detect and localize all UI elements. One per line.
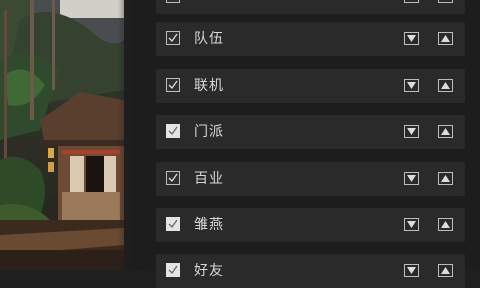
move-up-button[interactable] [438,32,453,45]
triangle-down-icon [407,35,416,42]
move-up-button[interactable] [438,125,453,138]
list-item[interactable] [156,0,465,14]
move-down-button[interactable] [404,264,419,277]
row-checkbox[interactable] [166,171,180,185]
row-checkbox[interactable] [166,124,180,138]
row-label: 门派 [194,124,224,140]
triangle-up-icon [441,35,450,42]
row-label: 好友 [194,263,224,279]
row-checkbox[interactable] [166,0,180,3]
list-item[interactable]: 联机 [156,69,465,103]
move-down-button[interactable] [404,32,419,45]
move-down-button[interactable] [404,0,419,3]
list-item[interactable]: 好友 [156,254,465,288]
row-checkbox[interactable] [166,263,180,277]
move-up-button[interactable] [438,264,453,277]
check-icon [168,265,178,275]
triangle-up-icon [441,267,450,274]
triangle-up-icon [441,82,450,89]
check-icon [172,0,173,1]
move-up-button[interactable] [438,172,453,185]
check-icon [168,33,178,43]
move-down-button[interactable] [404,125,419,138]
row-label: 雏燕 [194,217,224,233]
check-icon [168,219,178,229]
background-scene [0,0,124,270]
row-checkbox[interactable] [166,31,180,45]
check-icon [168,80,178,90]
triangle-up-icon [441,221,450,228]
list-item[interactable]: 门派 [156,115,465,149]
row-label: 联机 [194,78,224,94]
row-label: 百业 [194,171,224,187]
list-item[interactable]: 雏燕 [156,208,465,242]
list-item[interactable]: 队伍 [156,22,465,56]
triangle-up-icon [441,175,450,182]
triangle-up-icon [441,128,450,135]
list-item[interactable]: 百业 [156,162,465,196]
row-checkbox[interactable] [166,78,180,92]
triangle-down-icon [407,82,416,89]
move-up-button[interactable] [438,79,453,92]
check-icon [168,173,178,183]
triangle-down-icon [407,267,416,274]
row-label: 队伍 [194,31,224,47]
check-icon [168,126,178,136]
row-checkbox[interactable] [166,217,180,231]
settings-panel: 队伍 联机 门派 百业 雏燕 好友 [140,0,480,288]
move-up-button[interactable] [438,218,453,231]
move-up-button[interactable] [438,0,453,3]
triangle-down-icon [407,128,416,135]
move-down-button[interactable] [404,218,419,231]
triangle-down-icon [407,221,416,228]
triangle-down-icon [407,175,416,182]
move-down-button[interactable] [404,79,419,92]
move-down-button[interactable] [404,172,419,185]
